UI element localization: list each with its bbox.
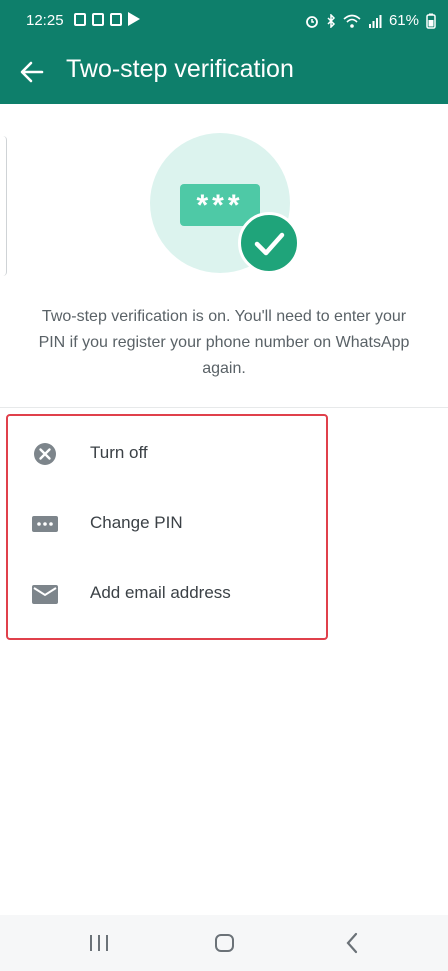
- verification-description: Two-step verification is on. You'll need…: [38, 308, 410, 377]
- back-arrow-icon[interactable]: [18, 58, 46, 86]
- alarm-icon: [306, 15, 318, 28]
- status-time: 12:25: [26, 12, 64, 29]
- add-email-option[interactable]: Add email address: [0, 564, 448, 624]
- back-nav-icon[interactable]: [342, 929, 362, 957]
- play-store-icon: [128, 12, 140, 26]
- edge-shadow: [0, 136, 7, 276]
- checkmark-icon: [254, 232, 285, 256]
- divider: [0, 407, 448, 408]
- turn-off-option[interactable]: Turn off: [0, 424, 448, 484]
- system-status: 61%: [305, 12, 436, 29]
- page-title: Two-step verification: [66, 55, 294, 83]
- change-pin-label: Change PIN: [90, 513, 183, 532]
- battery-icon: [426, 13, 436, 29]
- mail-icon: [32, 585, 58, 604]
- app-notification-icon: [92, 12, 104, 26]
- close-circle-icon: [34, 443, 56, 465]
- home-icon[interactable]: [212, 929, 238, 957]
- battery-text: 61%: [388, 12, 419, 29]
- recent-apps-icon[interactable]: [88, 929, 110, 957]
- checkmark-badge-icon: [238, 212, 300, 274]
- notification-icons: [74, 12, 140, 26]
- status-bar: 12:25 61%: [0, 0, 448, 40]
- app-notification-icon: [110, 12, 122, 26]
- bluetooth-icon: [327, 13, 336, 28]
- pin-dots-icon: [32, 516, 58, 532]
- app-header: Two-step verification: [0, 40, 448, 104]
- add-email-label: Add email address: [90, 583, 231, 602]
- app-notification-icon: [74, 12, 86, 26]
- change-pin-option[interactable]: Change PIN: [0, 494, 448, 554]
- system-nav-bar: [0, 915, 448, 971]
- signal-icon: [368, 14, 382, 28]
- turn-off-label: Turn off: [90, 443, 148, 462]
- wifi-icon: [343, 14, 361, 28]
